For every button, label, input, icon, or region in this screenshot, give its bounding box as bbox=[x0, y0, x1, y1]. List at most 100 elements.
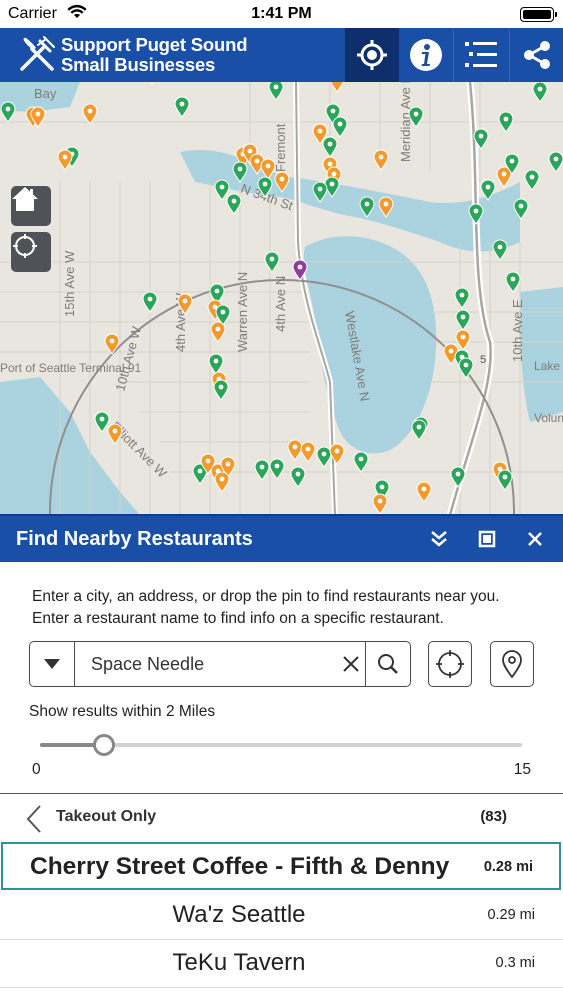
map-canvas: Bay Fremont Meridian Ave N N 34th St 15t… bbox=[0, 82, 563, 515]
map-label-10th-ave-e: 10th Ave E bbox=[510, 299, 525, 362]
pin-dot bbox=[485, 184, 491, 190]
nearby-restaurants-panel: Find Nearby Restaurants Enter a city, an… bbox=[0, 514, 563, 1000]
pin-dot bbox=[5, 106, 11, 112]
map-label-warren-ave-n: Warren Ave N bbox=[235, 272, 250, 352]
pin-dot bbox=[455, 471, 461, 477]
pin-dot bbox=[321, 451, 327, 457]
chevron-left-icon bbox=[26, 805, 41, 833]
pin-dot bbox=[254, 158, 260, 164]
pin-dot bbox=[413, 111, 419, 117]
pin-dot bbox=[205, 458, 211, 464]
result-count: (83) bbox=[480, 808, 507, 825]
locate-icon bbox=[357, 40, 387, 70]
pin-dot bbox=[215, 326, 221, 332]
app-title-line2: Small Businesses bbox=[61, 54, 216, 75]
status-bar: Carrier 1:41 PM bbox=[0, 0, 563, 28]
pin-dot bbox=[265, 163, 271, 169]
pin-dot bbox=[331, 171, 337, 177]
result-name: Wa'z Seattle bbox=[172, 901, 306, 928]
pin-dot bbox=[182, 298, 188, 304]
pin-dot bbox=[273, 84, 279, 90]
filter-label: Takeout Only bbox=[56, 808, 157, 825]
result-item[interactable]: TeKu Tavern 0.3 mi bbox=[0, 940, 563, 988]
slider-thumb[interactable] bbox=[93, 734, 116, 756]
home-button[interactable] bbox=[10, 185, 52, 227]
pin-dot bbox=[510, 276, 516, 282]
pin-dot bbox=[358, 456, 364, 462]
filter-row: Takeout Only (83) bbox=[0, 793, 563, 843]
result-distance: 0.29 mi bbox=[487, 907, 535, 923]
pin-dot bbox=[364, 201, 370, 207]
pin-dot bbox=[197, 468, 203, 474]
map-label-highway: 5 bbox=[480, 354, 486, 366]
fork-knife-icon bbox=[20, 36, 55, 71]
pin-dot bbox=[262, 181, 268, 187]
pin-dot bbox=[379, 484, 385, 490]
pin-dot bbox=[518, 203, 524, 209]
panel-title: Find Nearby Restaurants bbox=[16, 528, 253, 550]
clock-label: 1:41 PM bbox=[251, 5, 312, 22]
close-panel-button[interactable] bbox=[522, 526, 548, 552]
pin-dot bbox=[497, 244, 503, 250]
map-locate-button[interactable] bbox=[10, 231, 52, 273]
panel-header: Find Nearby Restaurants bbox=[0, 514, 563, 562]
pin-dot bbox=[383, 201, 389, 207]
pin-dot bbox=[87, 108, 93, 114]
maximize-panel-button[interactable] bbox=[474, 526, 500, 552]
pin-dot bbox=[295, 471, 301, 477]
result-name: TeKu Tavern bbox=[172, 949, 306, 976]
pin-dot bbox=[247, 148, 253, 154]
pin-dot bbox=[459, 292, 465, 298]
pin-dot bbox=[219, 476, 225, 482]
pin-dot bbox=[62, 154, 68, 160]
pin-dot bbox=[463, 362, 469, 368]
pin-dot bbox=[218, 384, 224, 390]
range-label: Show results within 2 Miles bbox=[29, 703, 216, 720]
pin-dot bbox=[214, 288, 220, 294]
maximize-icon bbox=[478, 530, 496, 548]
back-button[interactable] bbox=[24, 804, 44, 834]
map-label-lakeview: Lake View Cemet bbox=[534, 359, 563, 373]
pin-dot bbox=[460, 314, 466, 320]
search-source-dropdown[interactable] bbox=[30, 642, 75, 686]
pin-dot bbox=[337, 121, 343, 127]
pin-dot bbox=[529, 174, 535, 180]
map-label-port: Port of Seattle Terminal 91 bbox=[0, 361, 142, 375]
pin-dot bbox=[377, 498, 383, 504]
search-instructions: Enter a city, an address, or drop the pi… bbox=[32, 588, 500, 627]
pin-dot bbox=[473, 208, 479, 214]
result-item[interactable]: Wa'z Seattle 0.29 mi bbox=[0, 892, 563, 940]
caret-down-icon bbox=[44, 659, 60, 669]
map-label-meridian: Meridian Ave N bbox=[398, 82, 413, 162]
search-box bbox=[29, 641, 411, 687]
map-view[interactable]: Bay Fremont Meridian Ave N N 34th St 15t… bbox=[0, 82, 563, 515]
search-button[interactable] bbox=[365, 642, 410, 686]
pin-dot bbox=[274, 463, 280, 469]
result-item[interactable]: Cherry Street Coffee - Fifth & Denny 0.2… bbox=[1, 842, 561, 890]
clear-search-button[interactable] bbox=[336, 642, 366, 686]
range-slider[interactable] bbox=[40, 734, 522, 756]
info-button[interactable] bbox=[399, 28, 453, 82]
pin-dot bbox=[478, 133, 484, 139]
map-label-4th-ave-n: 4th Ave N bbox=[273, 276, 288, 332]
search-input[interactable] bbox=[76, 642, 361, 686]
map-pin-icon bbox=[502, 650, 522, 678]
pin-dot bbox=[237, 166, 243, 172]
share-icon bbox=[523, 41, 550, 69]
share-button[interactable] bbox=[509, 28, 563, 82]
pin-dot bbox=[329, 181, 335, 187]
use-my-location-button[interactable] bbox=[428, 641, 472, 687]
locate-button[interactable] bbox=[345, 28, 399, 82]
result-distance: 0.3 mi bbox=[495, 955, 536, 971]
drop-pin-button[interactable] bbox=[490, 641, 534, 687]
home-icon bbox=[12, 187, 38, 211]
pin-dot bbox=[378, 154, 384, 160]
list-button[interactable] bbox=[453, 28, 507, 82]
app-title-line1: Support Puget Sound bbox=[61, 34, 248, 55]
results-list: Cherry Street Coffee - Fifth & Denny 0.2… bbox=[0, 842, 563, 1000]
collapse-panel-button[interactable] bbox=[426, 526, 452, 552]
pin-dot bbox=[327, 161, 333, 167]
pin-dot bbox=[109, 338, 115, 344]
app-header: Support Puget Sound Small Businesses bbox=[0, 28, 563, 82]
app-title: Support Puget Sound Small Businesses bbox=[61, 34, 248, 75]
